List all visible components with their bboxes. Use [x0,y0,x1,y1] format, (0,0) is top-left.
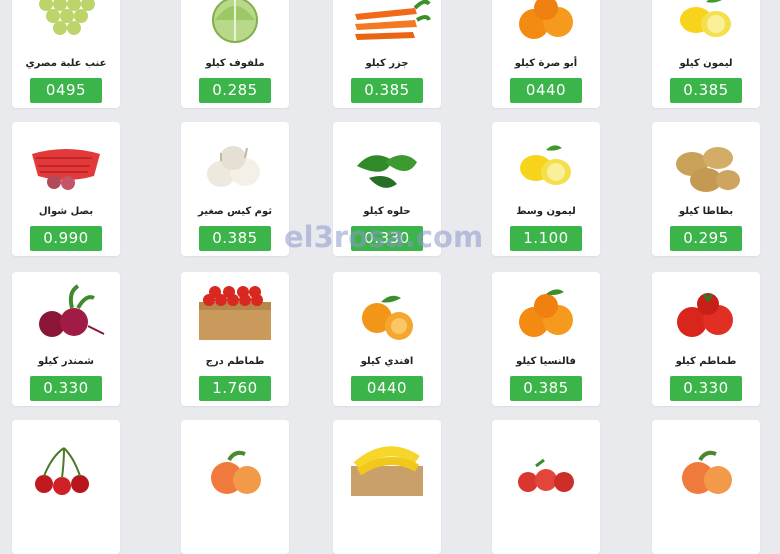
beetroot-icon [16,278,116,352]
product-card[interactable]: أبو صرة كيلو 0440 [492,0,600,108]
carrot-icon [337,0,437,54]
garlic-icon [185,128,285,202]
cabbage-icon [185,0,285,54]
product-card[interactable]: فالنسيا كيلو 0.385 [492,272,600,406]
tangerine-icon [337,278,437,352]
product-name: أبو صرة كيلو [514,58,578,69]
tomato-crate-icon [185,278,285,352]
price-badge: 0.385 [670,78,742,103]
product-name: بصل شوال [38,206,94,217]
product-name: فالنسيا كيلو [516,356,576,367]
product-card[interactable]: جزر كيلو 0.385 [333,0,441,108]
product-card[interactable]: افندي كيلو 0440 [333,272,441,406]
orange-icon [496,278,596,352]
price-badge: 0.385 [199,226,271,251]
watermark: el3rosa.com [284,220,484,254]
price-badge: 1.100 [510,226,582,251]
price-badge: 0440 [351,376,423,401]
price-badge: 1.760 [199,376,271,401]
product-name: بطاطا كيلو [678,206,734,217]
product-card[interactable]: ملفوف كيلو 0.285 [181,0,289,108]
peach-icon [185,426,285,500]
product-name: حلوه كيلو [363,206,411,217]
price-badge: 0.285 [199,78,271,103]
product-name: ليمون وسط [516,206,576,217]
product-card[interactable] [652,420,760,554]
potato-icon [656,128,756,202]
grapes-icon [16,0,116,54]
product-card[interactable] [12,420,120,554]
product-name: عنب علبة مصري [25,58,107,69]
onion-sack-icon [16,128,116,202]
peach-icon [656,426,756,500]
price-badge: 0495 [30,78,102,103]
product-name: ليمون كيلو [679,58,733,69]
product-card[interactable]: ليمون وسط 1.100 [492,122,600,256]
pepper-icon [337,128,437,202]
product-name: جزر كيلو [365,58,409,69]
product-card[interactable] [181,420,289,554]
price-badge: 0.385 [510,376,582,401]
product-name: ملفوف كيلو [205,58,265,69]
product-name: طماطم درج [205,356,265,367]
product-card[interactable]: بطاطا كيلو 0.295 [652,122,760,256]
product-name: طماطم كيلو [675,356,737,367]
cherry-icon [16,426,116,500]
product-name: شمندر كيلو [38,356,94,367]
product-card[interactable]: ليمون كيلو 0.385 [652,0,760,108]
price-badge: 0.990 [30,226,102,251]
plum-icon [496,426,596,500]
price-badge: 0440 [510,78,582,103]
price-badge: 0.385 [351,78,423,103]
product-card[interactable]: طماطم درج 1.760 [181,272,289,406]
lemon-icon [656,0,756,54]
product-name: ثوم كيس صغير [198,206,272,217]
tomato-icon [656,278,756,352]
banana-crate-icon [337,426,437,500]
product-name: افندي كيلو [360,356,414,367]
product-card[interactable]: ثوم كيس صغير 0.385 [181,122,289,256]
product-card[interactable]: بصل شوال 0.990 [12,122,120,256]
orange-icon [496,0,596,54]
product-card[interactable]: عنب علبة مصري 0495 [12,0,120,108]
product-card[interactable]: طماطم كيلو 0.330 [652,272,760,406]
product-card[interactable] [492,420,600,554]
product-card[interactable]: شمندر كيلو 0.330 [12,272,120,406]
price-badge: 0.330 [30,376,102,401]
price-badge: 0.295 [670,226,742,251]
lemon-icon [496,128,596,202]
product-card[interactable] [333,420,441,554]
price-badge: 0.330 [670,376,742,401]
